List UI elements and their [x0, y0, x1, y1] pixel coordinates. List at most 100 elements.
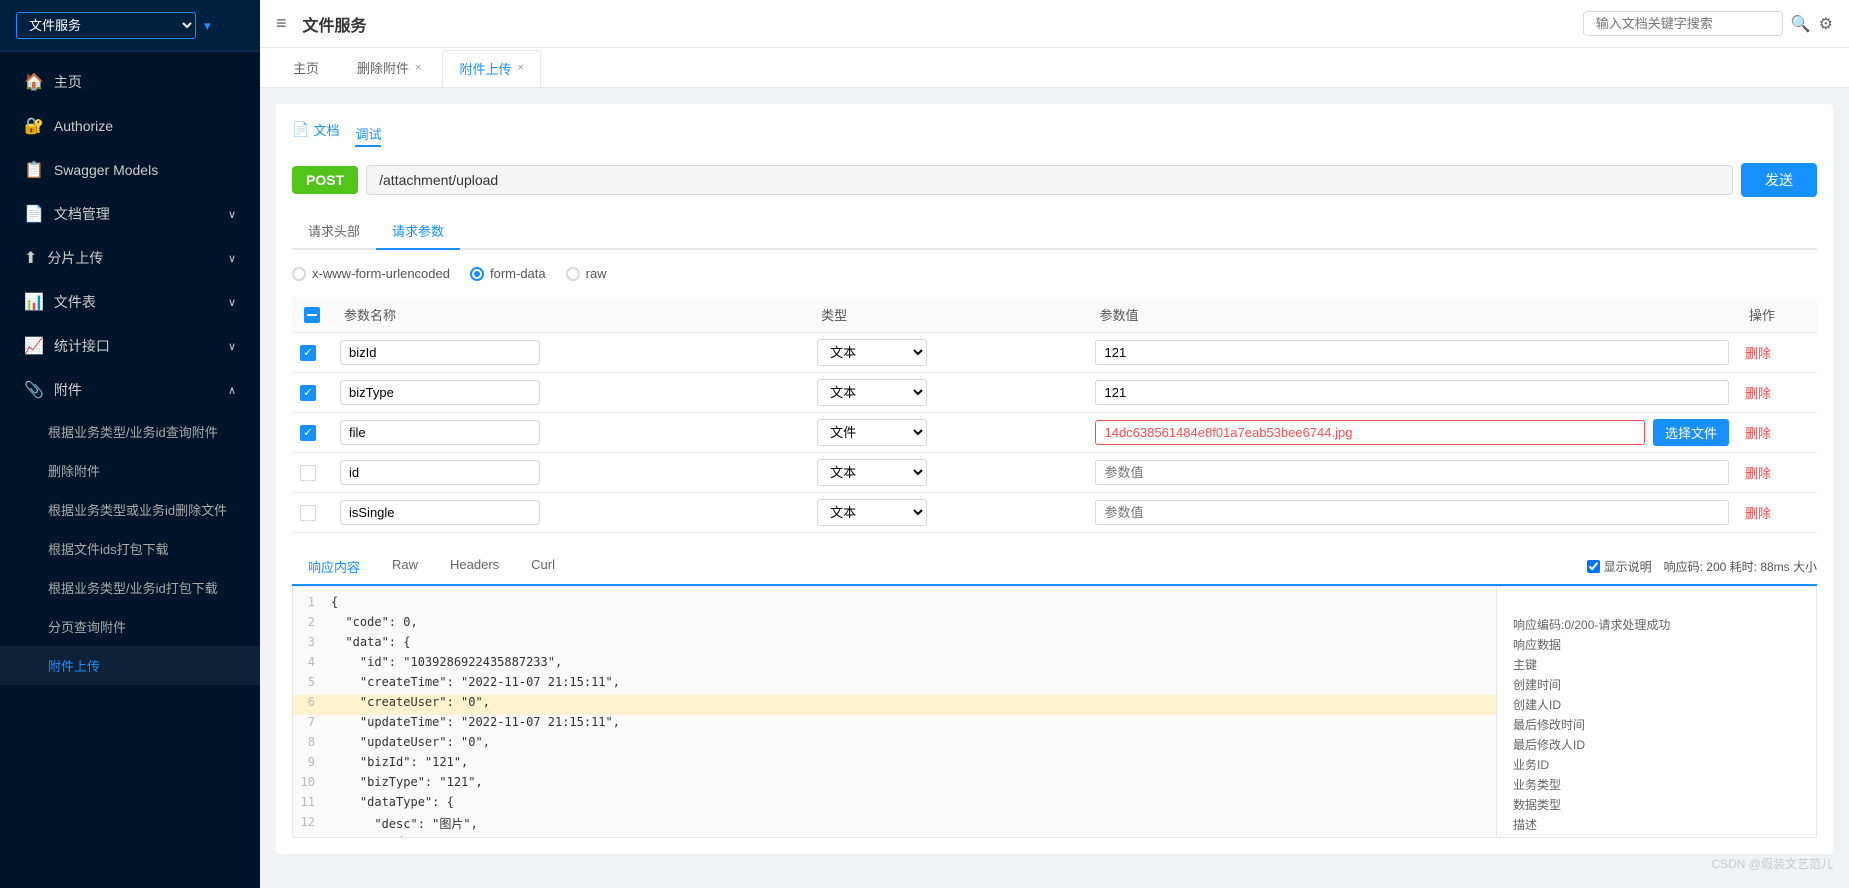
- param-name-input-4[interactable]: [340, 500, 540, 525]
- search-icon[interactable]: 🔍: [1791, 14, 1811, 34]
- req-tab-headers[interactable]: 请求头部: [292, 213, 376, 250]
- code-line: 5 "createTime": "2022-11-07 21:15:11",: [293, 675, 1496, 695]
- tab-attachment-upload[interactable]: 附件上传×: [442, 50, 540, 87]
- sidebar-item-attachment[interactable]: 📎 附件 ∧: [0, 368, 260, 412]
- param-checkbox-1[interactable]: [300, 385, 316, 401]
- res-tab-content[interactable]: 响应内容: [292, 549, 376, 584]
- endpoint-input[interactable]: [366, 165, 1733, 195]
- sidebar-item-swagger[interactable]: 📋 Swagger Models: [0, 148, 260, 192]
- param-checkbox-0[interactable]: [300, 345, 316, 361]
- delete-param-3[interactable]: 删除: [1745, 466, 1771, 481]
- desc-line: 主键: [1509, 655, 1804, 675]
- menu-icon[interactable]: ≡: [276, 13, 287, 34]
- param-value-input-3[interactable]: [1095, 460, 1729, 485]
- choose-file-button[interactable]: 选择文件: [1653, 419, 1729, 446]
- table-row: 文本 删除: [292, 333, 1817, 373]
- desc-line: 响应编码:0/200-请求处理成功: [1509, 615, 1804, 635]
- line-number: 7: [293, 715, 323, 735]
- line-content: "code": 0,: [323, 615, 1496, 635]
- response-section: 响应内容RawHeadersCurl 显示说明 响应码: 200 耗时: 88m…: [292, 549, 1817, 586]
- service-select[interactable]: 文件服务: [16, 12, 196, 39]
- send-button[interactable]: 发送: [1741, 163, 1817, 197]
- sidebar-item-authorize[interactable]: 🔐 Authorize: [0, 104, 260, 148]
- tab-home[interactable]: 主页: [276, 49, 336, 86]
- tab-close-delete-attachment[interactable]: ×: [415, 62, 421, 74]
- line-content: "createTime": "2022-11-07 21:15:11",: [323, 675, 1496, 695]
- sidebar-item-file-table[interactable]: 📊 文件表 ∨: [0, 280, 260, 324]
- nav-icon-doc-mgmt: 📄: [24, 204, 44, 224]
- param-value-input-4[interactable]: [1095, 500, 1729, 525]
- sidebar-item-home[interactable]: 🏠 主页: [0, 60, 260, 104]
- res-tab-curl[interactable]: Curl: [515, 549, 571, 584]
- res-tab-headers[interactable]: Headers: [434, 549, 515, 584]
- sidebar-sub-attachment-upload[interactable]: 附件上传: [0, 646, 260, 685]
- code-line: 10 "bizType": "121",: [293, 775, 1496, 795]
- settings-icon[interactable]: ⚙: [1819, 14, 1833, 34]
- delete-param-1[interactable]: 删除: [1745, 386, 1771, 401]
- sidebar-sub-batch-delete[interactable]: 根据业务类型或业务id删除文件: [0, 490, 260, 529]
- delete-param-4[interactable]: 删除: [1745, 506, 1771, 521]
- radio-formdata[interactable]: form-data: [470, 266, 546, 281]
- radio-label-urlencoded: x-www-form-urlencoded: [312, 266, 450, 281]
- radio-urlencoded[interactable]: x-www-form-urlencoded: [292, 266, 450, 281]
- line-content: {: [323, 595, 1496, 615]
- nav-label-chunk-upload: 分片上传: [47, 248, 103, 268]
- tab-delete-attachment[interactable]: 删除附件×: [340, 49, 438, 86]
- sidebar-sub-page-query[interactable]: 分页查询附件: [0, 607, 260, 646]
- param-name-input-0[interactable]: [340, 340, 540, 365]
- tab-close-attachment-upload[interactable]: ×: [517, 62, 523, 74]
- param-file-input-2[interactable]: [1095, 420, 1645, 445]
- desc-line: 最后修改人ID: [1509, 735, 1804, 755]
- doc-label-text: 文档: [313, 120, 339, 139]
- line-number: 6: [293, 695, 323, 715]
- show-desc-checkbox-label: 显示说明: [1587, 558, 1652, 575]
- param-type-select-2[interactable]: 文件: [817, 419, 927, 446]
- show-desc-checkbox[interactable]: [1587, 560, 1600, 573]
- table-row: 文件 选择文件 删除: [292, 413, 1817, 453]
- code-line: 12 "desc": "图片",: [293, 815, 1496, 835]
- param-checkbox-2[interactable]: [300, 425, 316, 441]
- sidebar-item-chunk-upload[interactable]: ⬆ 分片上传 ∨: [0, 236, 260, 280]
- sidebar: 文件服务 ▾ 🏠 主页 🔐 Authorize 📋 Swagger Models…: [0, 0, 260, 888]
- sidebar-dropdown-icon[interactable]: ▾: [204, 18, 211, 34]
- sidebar-item-doc-mgmt[interactable]: 📄 文档管理 ∨: [0, 192, 260, 236]
- param-type-select-1[interactable]: 文本: [817, 379, 927, 406]
- param-value-input-1[interactable]: [1095, 380, 1729, 405]
- sidebar-sub-delete-attachment[interactable]: 删除附件: [0, 451, 260, 490]
- line-content: "id": "1039286922435887233",: [323, 655, 1496, 675]
- nav-icon-chunk-upload: ⬆: [24, 248, 37, 268]
- param-name-input-1[interactable]: [340, 380, 540, 405]
- param-type-select-3[interactable]: 文本: [817, 459, 927, 486]
- nav-label-home: 主页: [54, 72, 82, 92]
- line-number: 13: [293, 835, 323, 837]
- desc-line: 创建时间: [1509, 675, 1804, 695]
- sidebar-sub-batch-download-biz[interactable]: 根据业务类型/业务id打包下载: [0, 568, 260, 607]
- code-panel: 1 {2 "code": 0,3 "data": {4 "id": "10392…: [293, 587, 1496, 837]
- line-number: 1: [293, 595, 323, 615]
- radio-raw[interactable]: raw: [566, 266, 607, 281]
- sidebar-sub-query-attachment[interactable]: 根据业务类型/业务id查询附件: [0, 412, 260, 451]
- try-label[interactable]: 调试: [355, 124, 381, 147]
- search-input[interactable]: [1583, 11, 1783, 36]
- param-value-input-0[interactable]: [1095, 340, 1729, 365]
- sidebar-item-stats[interactable]: 📈 统计接口 ∨: [0, 324, 260, 368]
- sidebar-sub-batch-download-ids[interactable]: 根据文件ids打包下载: [0, 529, 260, 568]
- param-checkbox-4[interactable]: [300, 505, 316, 521]
- req-tab-params[interactable]: 请求参数: [376, 213, 460, 250]
- code-line: 13 "code": "IMAGE": [293, 835, 1496, 837]
- res-tab-raw[interactable]: Raw: [376, 549, 434, 584]
- line-number: 11: [293, 795, 323, 815]
- delete-param-2[interactable]: 删除: [1745, 426, 1771, 441]
- param-type-select-4[interactable]: 文本: [817, 499, 927, 526]
- delete-param-0[interactable]: 删除: [1745, 346, 1771, 361]
- select-all-checkbox[interactable]: [304, 307, 320, 323]
- response-status: 响应码: 200 耗时: 88ms 大小: [1664, 558, 1817, 575]
- param-checkbox-3[interactable]: [300, 465, 316, 481]
- param-name-input-2[interactable]: [340, 420, 540, 445]
- line-number: 8: [293, 735, 323, 755]
- params-table: 参数名称 类型 参数值 操作 文本删除文本删除文件选择文件删除文本删除文本删除: [292, 297, 1817, 533]
- col-value: 参数值: [1087, 297, 1737, 333]
- nav-icon-swagger: 📋: [24, 160, 44, 180]
- param-name-input-3[interactable]: [340, 460, 540, 485]
- param-type-select-0[interactable]: 文本: [817, 339, 927, 366]
